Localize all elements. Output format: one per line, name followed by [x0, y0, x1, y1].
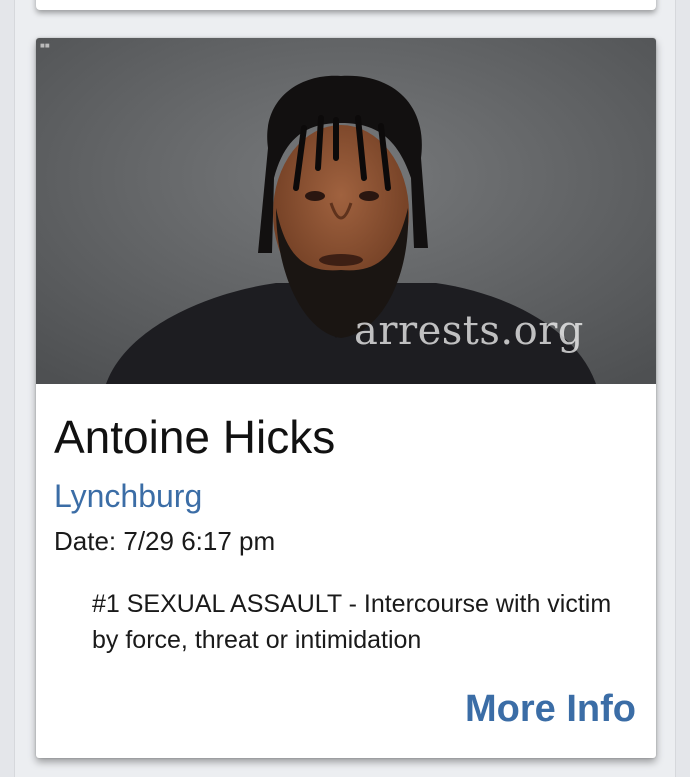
previous-card-edge[interactable] [36, 0, 656, 10]
arrest-card[interactable]: ■■ arrests.org Antoine Hicks Lynchburg D… [36, 38, 656, 758]
right-scroll-rail [675, 0, 690, 777]
watermark-text: arrests.org [354, 308, 584, 354]
city-link[interactable]: Lynchburg [54, 478, 202, 515]
arrest-date: Date: 7/29 6:17 pm [54, 526, 276, 556]
photo-corner-mark: ■■ [40, 41, 50, 50]
charge-item: #1 SEXUAL ASSAULT - Intercourse with vic… [92, 590, 612, 654]
arrestee-name: Antoine Hicks [54, 411, 336, 463]
left-scroll-rail [0, 0, 15, 777]
more-info-link[interactable]: More Info [465, 688, 636, 731]
page-frame: ■■ arrests.org Antoine Hicks Lynchburg D… [0, 0, 690, 777]
